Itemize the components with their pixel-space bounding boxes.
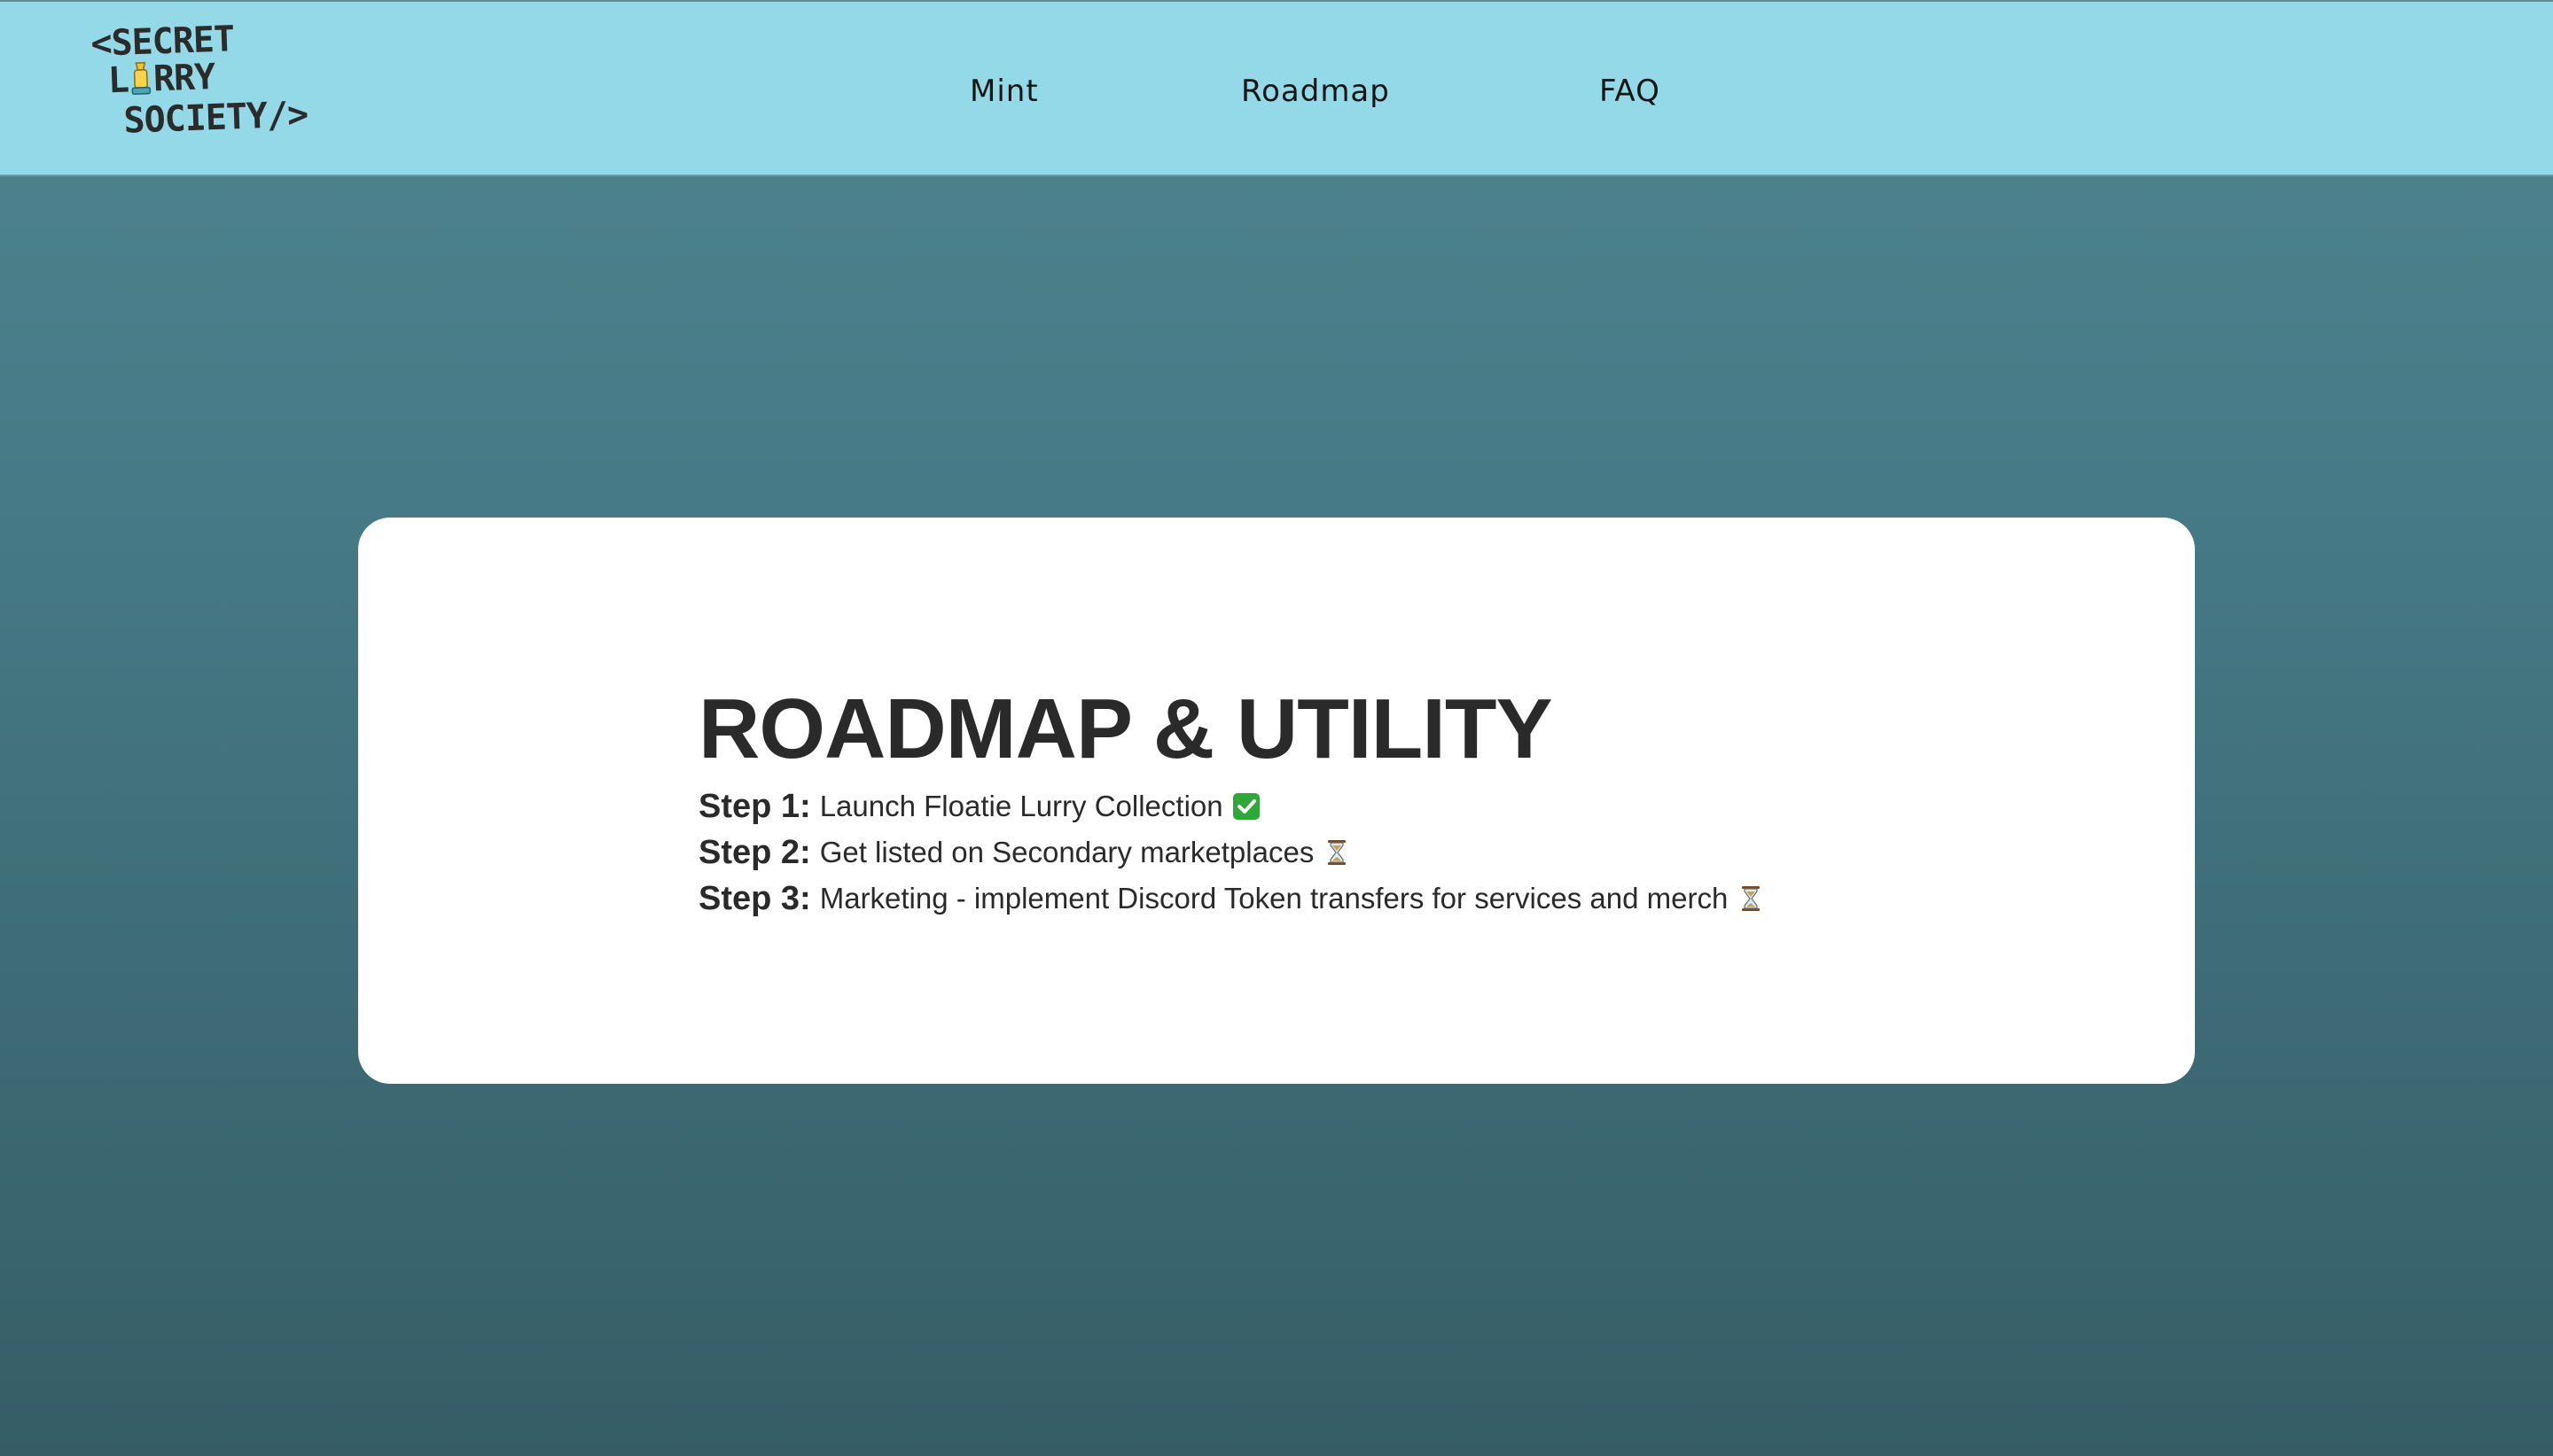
step-label: Step 1: xyxy=(699,787,811,825)
nav-link-roadmap[interactable]: Roadmap xyxy=(1241,72,1390,111)
roadmap-step: Step 2: Get listed on Secondary marketpl… xyxy=(699,829,1765,876)
lamp-icon xyxy=(129,60,152,97)
step-text: Marketing - implement Discord Token tran… xyxy=(819,882,1729,915)
step-label: Step 2: xyxy=(699,833,811,871)
roadmap-step: Step 3: Marketing - implement Discord To… xyxy=(699,876,1765,922)
roadmap-card: ROADMAP & UTILITY Step 1: Launch Floatie… xyxy=(358,518,2195,1084)
nav-link-mint[interactable]: Mint xyxy=(970,72,1039,111)
site-logo[interactable]: <SECRET L RRY SOCIETY/> xyxy=(90,18,308,144)
hourglass-icon xyxy=(1323,838,1351,867)
roadmap-step: Step 1: Launch Floatie Lurry Collection xyxy=(699,783,1765,829)
step-text: Get listed on Secondary marketplaces xyxy=(819,836,1315,868)
hourglass-icon xyxy=(1737,884,1765,913)
logo-line-3: SOCIETY/> xyxy=(122,94,308,142)
nav-link-faq[interactable]: FAQ xyxy=(1599,72,1660,111)
roadmap-steps-list: Step 1: Launch Floatie Lurry Collection … xyxy=(699,783,1765,922)
top-navbar: <SECRET L RRY SOCIETY/> Mint Roadmap FAQ xyxy=(0,0,2553,176)
logo-line-2-prefix: L xyxy=(107,59,129,102)
step-label: Step 3: xyxy=(699,879,811,917)
logo-line-2-suffix: RRY xyxy=(152,57,216,100)
roadmap-title: ROADMAP & UTILITY xyxy=(699,681,1553,776)
check-icon xyxy=(1232,792,1261,821)
step-text: Launch Floatie Lurry Collection xyxy=(819,790,1223,822)
logo-line-2: L RRY xyxy=(107,57,216,102)
